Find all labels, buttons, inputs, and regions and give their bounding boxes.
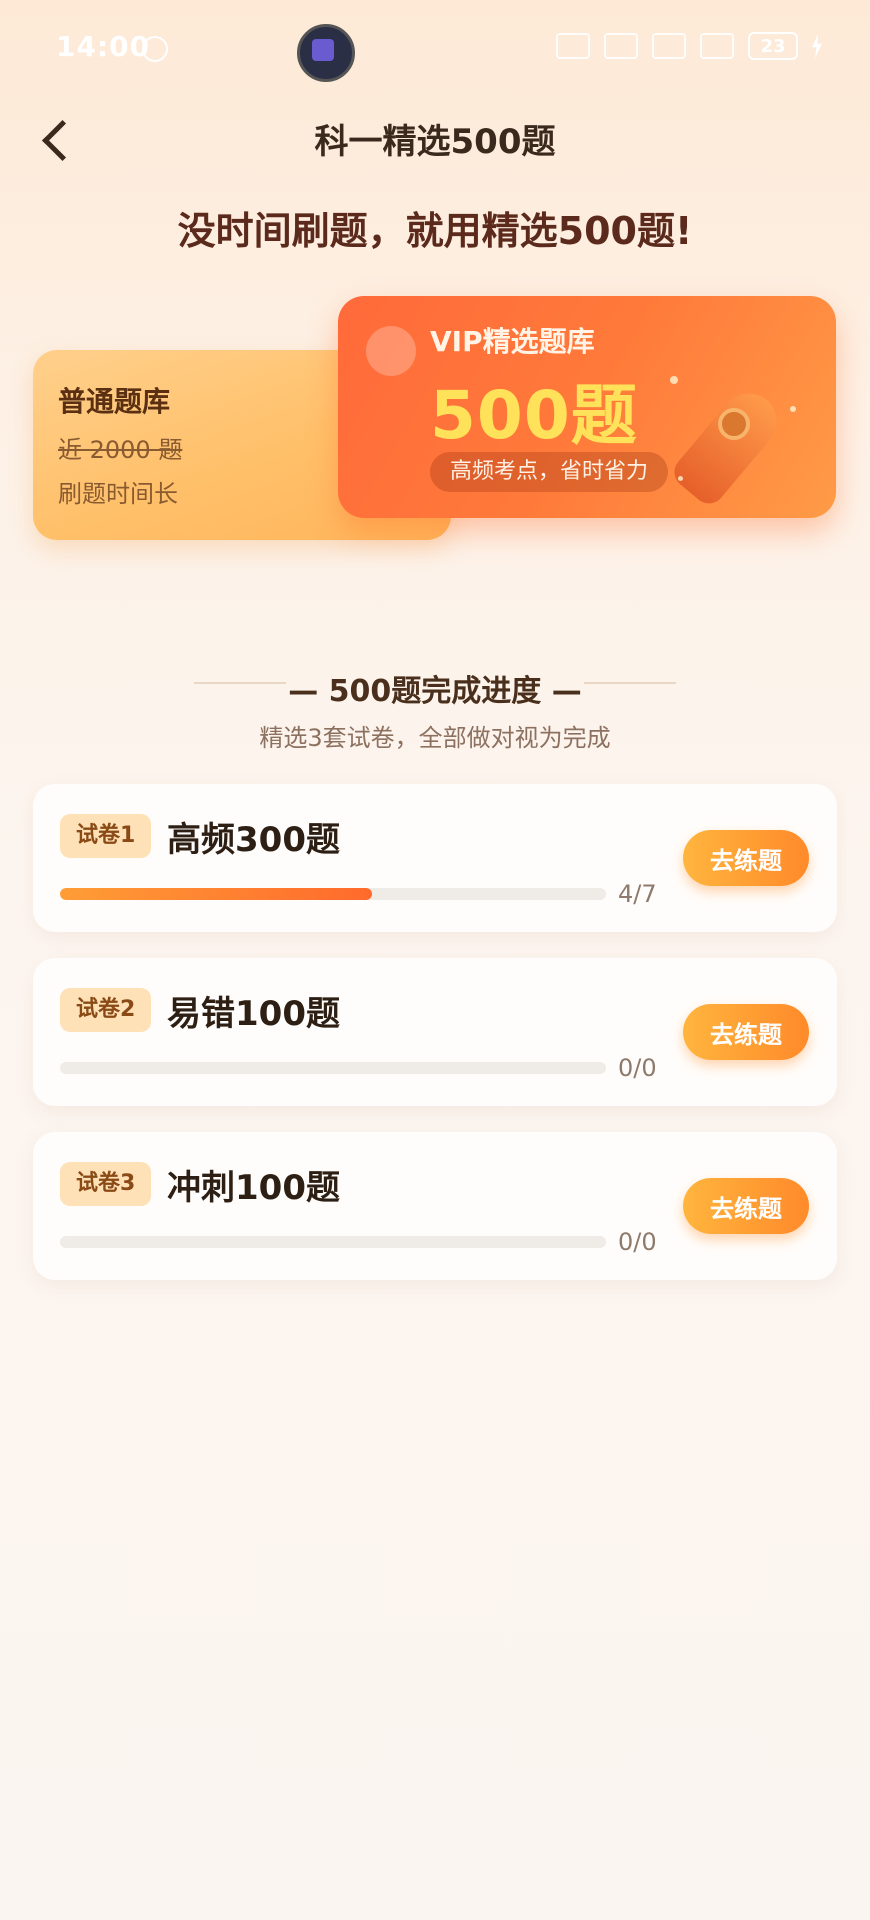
divider — [584, 682, 676, 684]
charging-icon — [812, 34, 822, 58]
paper-title: 易错100题 — [167, 994, 340, 1034]
progress-title: — 500题完成进度 — — [288, 674, 582, 709]
progress-header: — 500题完成进度 — — [0, 666, 870, 710]
vip-bank-card[interactable]: VIP精选题库 500题 高频考点，省时省力 — [338, 296, 836, 518]
paper-badge: 试卷3 — [60, 1162, 152, 1206]
progress-subtitle: 精选3套试卷，全部做对视为完成 — [259, 724, 611, 752]
vip-deco-circle — [366, 326, 416, 376]
paper-badge: 试卷2 — [60, 988, 152, 1032]
progress-bar — [60, 1062, 606, 1074]
vip-bank-tag: 高频考点，省时省力 — [430, 452, 669, 492]
paper-card-2: 试卷2 易错100题 0/0 去练题 — [33, 958, 837, 1106]
normal-bank-title: 普通题库 — [58, 385, 171, 418]
paper-title: 高频300题 — [167, 820, 340, 860]
paper-count: 0/0 — [618, 1228, 657, 1256]
alarm-icon — [142, 36, 168, 62]
status-time: 14:00 — [56, 30, 151, 63]
normal-bank-count: 近 2000 题 — [58, 436, 183, 464]
paper-count: 0/0 — [618, 1054, 657, 1082]
practice-button-1[interactable]: 去练题 — [683, 830, 809, 886]
wifi-icon — [604, 33, 638, 59]
rocket-icon — [660, 366, 810, 516]
paper-title: 冲刺100题 — [167, 1168, 340, 1208]
paper-card-1: 试卷1 高频300题 4/7 去练题 — [33, 784, 837, 932]
vip-bank-title: VIP精选题库 — [430, 325, 595, 358]
page-title: 科一精选500题 — [314, 122, 556, 162]
paper-card-3: 试卷3 冲刺100题 0/0 去练题 — [33, 1132, 837, 1280]
battery-icon: 23 — [748, 32, 798, 60]
signal-icon — [700, 33, 734, 59]
practice-button-3[interactable]: 去练题 — [683, 1178, 809, 1234]
headphones-icon — [556, 33, 590, 59]
progress-fill — [60, 888, 372, 900]
signal-5g-icon — [652, 33, 686, 59]
progress-bar — [60, 1236, 606, 1248]
vip-bank-count: 500题 — [430, 377, 638, 454]
paper-count: 4/7 — [618, 880, 657, 908]
status-bar: 14:00 23 — [0, 0, 870, 100]
paper-badge: 试卷1 — [60, 814, 152, 858]
practice-button-2[interactable]: 去练题 — [683, 1004, 809, 1060]
slogan: 没时间刷题，就用精选500题! — [177, 209, 693, 253]
normal-bank-desc: 刷题时间长 — [58, 480, 178, 508]
status-icons: 23 — [556, 32, 822, 60]
divider — [194, 682, 286, 684]
app-notification-icon — [297, 24, 355, 82]
progress-bar — [60, 888, 606, 900]
